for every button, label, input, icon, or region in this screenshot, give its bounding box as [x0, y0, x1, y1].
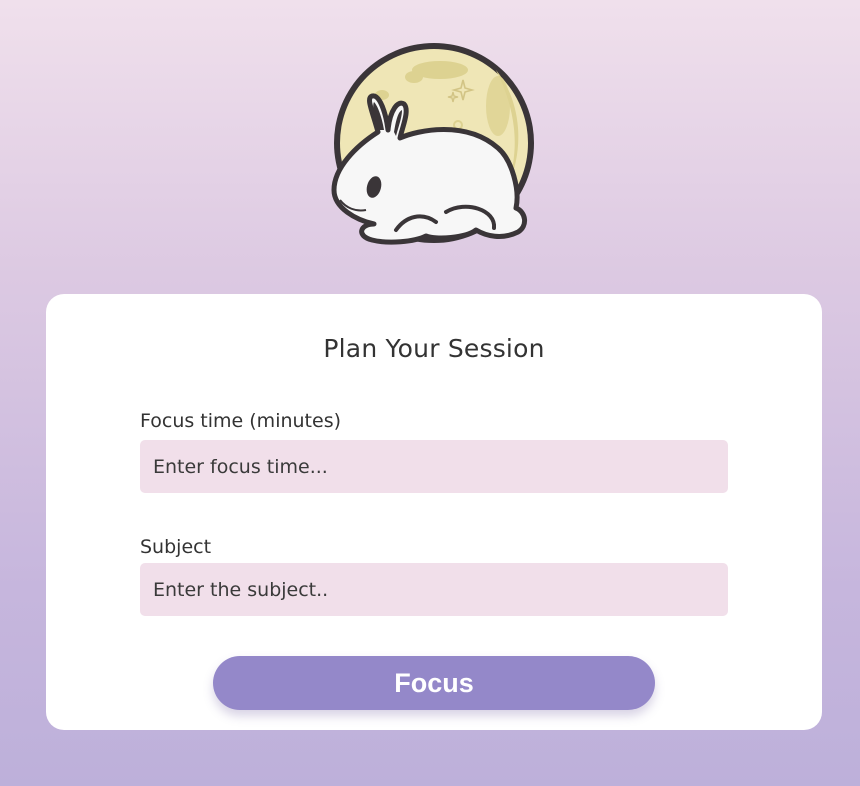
bunny-moon-icon — [331, 43, 534, 245]
focus-button[interactable]: Focus — [213, 656, 655, 710]
bunny-moon-logo — [326, 40, 542, 258]
form-title: Plan Your Session — [323, 334, 545, 363]
focus-time-label: Focus time (minutes) — [140, 410, 342, 432]
focus-time-input[interactable] — [140, 440, 728, 493]
subject-label: Subject — [140, 536, 212, 558]
session-form-card: Plan Your Session Focus time (minutes) S… — [46, 294, 822, 730]
subject-input[interactable] — [140, 563, 728, 616]
